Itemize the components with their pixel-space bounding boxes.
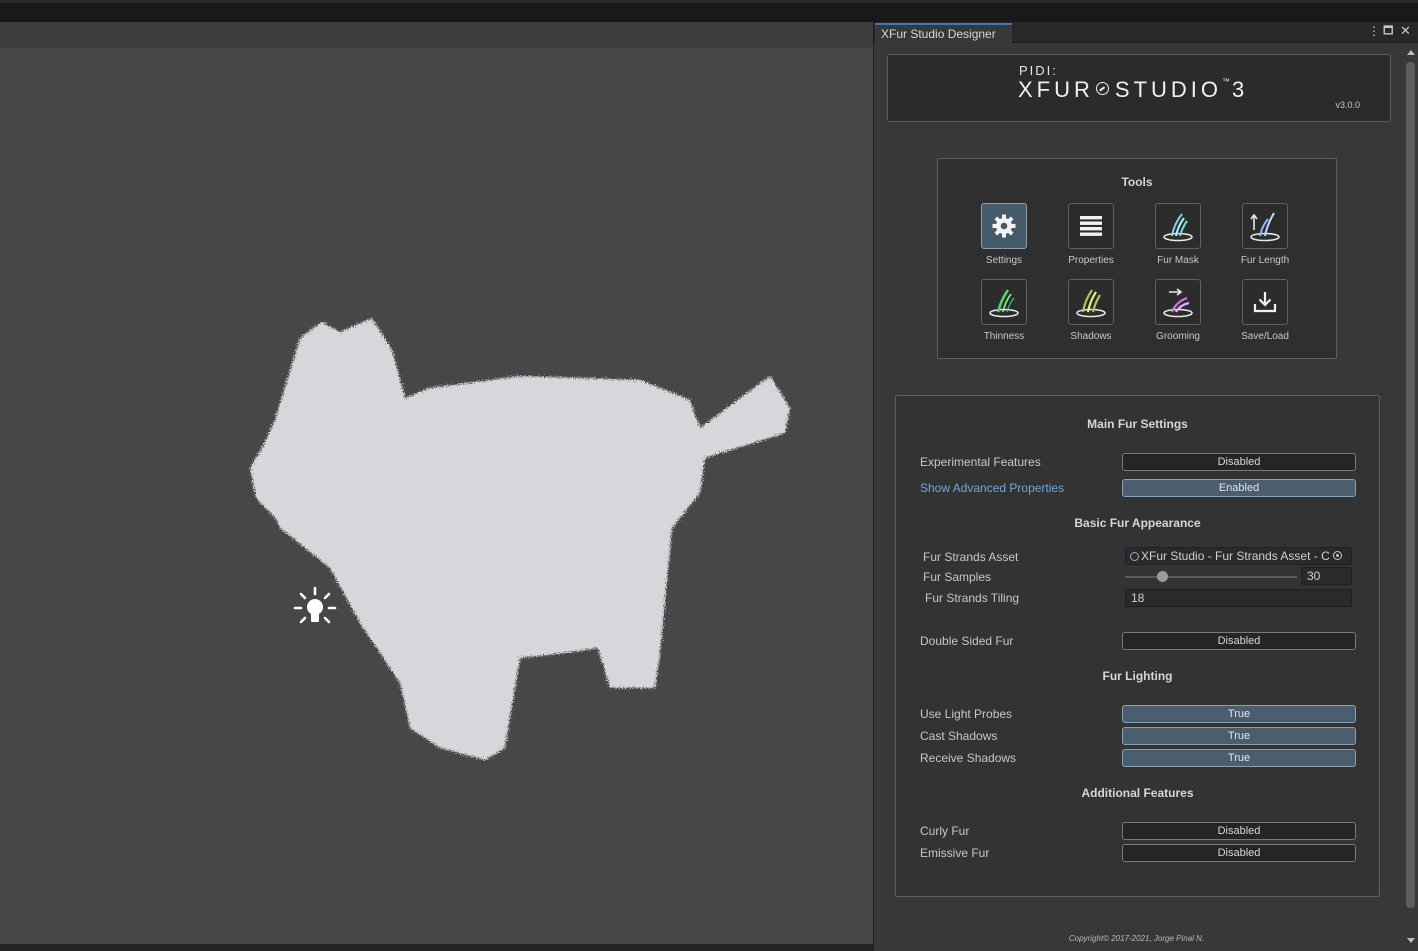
shadows-icon bbox=[1076, 289, 1106, 318]
fur-length-button[interactable] bbox=[1242, 203, 1288, 249]
tool-shadows[interactable]: Shadows bbox=[1051, 279, 1131, 342]
shadows-button[interactable] bbox=[1068, 279, 1114, 325]
scroll-up-icon[interactable] bbox=[1406, 48, 1416, 56]
curly-fur-label: Curly Fur bbox=[920, 824, 970, 838]
fur-samples-slider[interactable] bbox=[1125, 576, 1297, 578]
scrollbar-thumb[interactable] bbox=[1406, 62, 1415, 908]
maximize-icon[interactable]: 🗖 bbox=[1383, 23, 1393, 39]
basic-fur-appearance-title: Basic Fur Appearance bbox=[1074, 516, 1201, 530]
main-fur-settings-title: Main Fur Settings bbox=[1087, 417, 1188, 431]
thinness-icon bbox=[989, 289, 1019, 318]
receive-shadows-toggle[interactable]: True bbox=[1122, 749, 1356, 767]
tool-thinness[interactable]: Thinness bbox=[964, 279, 1044, 342]
use-light-probes-toggle[interactable]: True bbox=[1122, 705, 1356, 723]
tools-panel: Tools Settings Properties Fur Mask Fur L… bbox=[937, 158, 1337, 359]
fur-mask-icon bbox=[1163, 213, 1193, 242]
tool-label: Shadows bbox=[1070, 331, 1112, 342]
scene-viewport[interactable] bbox=[0, 48, 873, 944]
tool-label: Save/Load bbox=[1241, 331, 1289, 342]
main-fur-settings-panel: Main Fur Settings Experimental Features … bbox=[895, 395, 1380, 897]
curly-fur-toggle[interactable]: Disabled bbox=[1122, 822, 1356, 840]
tool-properties[interactable]: Properties bbox=[1051, 203, 1131, 266]
version-label: v3.0.0 bbox=[1335, 100, 1360, 110]
copyright-text: Copyright© 2017-2021, Jorge Pinal N. bbox=[1068, 934, 1205, 943]
fur-samples-slider-handle[interactable] bbox=[1157, 571, 1169, 582]
brand-company: PIDI: bbox=[1019, 63, 1058, 78]
grooming-icon bbox=[1163, 288, 1193, 318]
show-advanced-properties-toggle[interactable]: Enabled bbox=[1122, 479, 1356, 497]
tool-fur-length[interactable]: Fur Length bbox=[1225, 203, 1305, 266]
tool-label: Fur Length bbox=[1240, 255, 1290, 266]
scroll-down-icon[interactable] bbox=[1406, 937, 1416, 945]
tool-label: Settings bbox=[985, 255, 1023, 266]
brand-product-number: 3 bbox=[1232, 77, 1245, 102]
tool-label: Fur Mask bbox=[1157, 255, 1199, 266]
tools-title: Tools bbox=[1121, 175, 1153, 189]
fur-strands-tiling-label: Fur Strands Tiling bbox=[925, 591, 1020, 605]
vertical-scrollbar[interactable] bbox=[1404, 44, 1418, 951]
cast-shadows-label: Cast Shadows bbox=[920, 729, 998, 743]
tool-label: Thinness bbox=[983, 331, 1025, 342]
tool-label: Properties bbox=[1068, 255, 1114, 266]
fur-lighting-title: Fur Lighting bbox=[1102, 669, 1173, 683]
brand-product-title: XFUR STUDIO™3 bbox=[1018, 77, 1244, 103]
tool-save-load[interactable]: Save/Load bbox=[1225, 279, 1305, 342]
tool-settings[interactable]: Settings bbox=[964, 203, 1044, 266]
fur-strands-asset-label: Fur Strands Asset bbox=[923, 550, 1019, 564]
cast-shadows-toggle[interactable]: True bbox=[1122, 727, 1356, 745]
experimental-features-toggle[interactable]: Disabled bbox=[1122, 453, 1356, 471]
list-icon bbox=[1080, 216, 1102, 236]
brand-header: PIDI: XFUR STUDIO™3 v3.0.0 bbox=[887, 54, 1391, 122]
emissive-fur-label: Emissive Fur bbox=[920, 846, 990, 860]
tool-label: Grooming bbox=[1156, 331, 1200, 342]
object-picker-icon[interactable] bbox=[1333, 551, 1342, 560]
save-load-button[interactable] bbox=[1242, 279, 1288, 325]
show-advanced-properties-label[interactable]: Show Advanced Properties bbox=[920, 481, 1064, 495]
xfur-logo-icon bbox=[1095, 82, 1109, 95]
experimental-features-label: Experimental Features bbox=[920, 455, 1041, 469]
download-icon bbox=[1253, 292, 1277, 313]
thinness-button[interactable] bbox=[981, 279, 1027, 325]
window-tab-bar: XFur Studio Designer ⋮ 🗖 ✕ bbox=[874, 22, 1418, 43]
asset-icon bbox=[1130, 552, 1139, 561]
tab-xfur-studio-designer[interactable]: XFur Studio Designer bbox=[875, 23, 1012, 43]
fur-samples-label: Fur Samples bbox=[923, 570, 992, 584]
brand-product-part2: STUDIO bbox=[1114, 77, 1223, 102]
double-sided-fur-toggle[interactable]: Disabled bbox=[1122, 632, 1356, 650]
use-light-probes-label: Use Light Probes bbox=[920, 707, 1013, 721]
fur-samples-field[interactable]: 30 bbox=[1301, 567, 1352, 585]
fur-mask-button[interactable] bbox=[1155, 203, 1201, 249]
furry-dog-model[interactable] bbox=[0, 48, 873, 944]
trademark-symbol: ™ bbox=[1222, 77, 1231, 86]
emissive-fur-toggle[interactable]: Disabled bbox=[1122, 844, 1356, 862]
grooming-button[interactable] bbox=[1155, 279, 1201, 325]
fur-length-icon bbox=[1250, 212, 1280, 242]
xfur-designer-window: XFur Studio Designer ⋮ 🗖 ✕ PIDI: XFUR STU… bbox=[873, 22, 1418, 951]
properties-button[interactable] bbox=[1068, 203, 1114, 249]
gear-icon bbox=[992, 214, 1016, 238]
editor-top-bar bbox=[0, 0, 1418, 22]
settings-button[interactable] bbox=[981, 203, 1027, 249]
fur-strands-tiling-field[interactable]: 18 bbox=[1125, 589, 1352, 607]
editor-bottom-bar bbox=[0, 944, 873, 951]
receive-shadows-label: Receive Shadows bbox=[920, 751, 1017, 765]
double-sided-fur-label: Double Sided Fur bbox=[920, 634, 1014, 648]
tool-grooming[interactable]: Grooming bbox=[1138, 279, 1218, 342]
kebab-menu-icon[interactable]: ⋮ bbox=[1368, 23, 1380, 39]
fur-strands-asset-field[interactable]: XFur Studio - Fur Strands Asset - C bbox=[1125, 547, 1352, 565]
light-bulb-icon[interactable] bbox=[290, 585, 340, 635]
additional-features-title: Additional Features bbox=[1081, 786, 1194, 800]
brand-product-part1: XFUR bbox=[1018, 77, 1094, 102]
tool-fur-mask[interactable]: Fur Mask bbox=[1138, 203, 1218, 266]
scene-toolbar bbox=[0, 22, 873, 48]
close-icon[interactable]: ✕ bbox=[1400, 23, 1411, 39]
